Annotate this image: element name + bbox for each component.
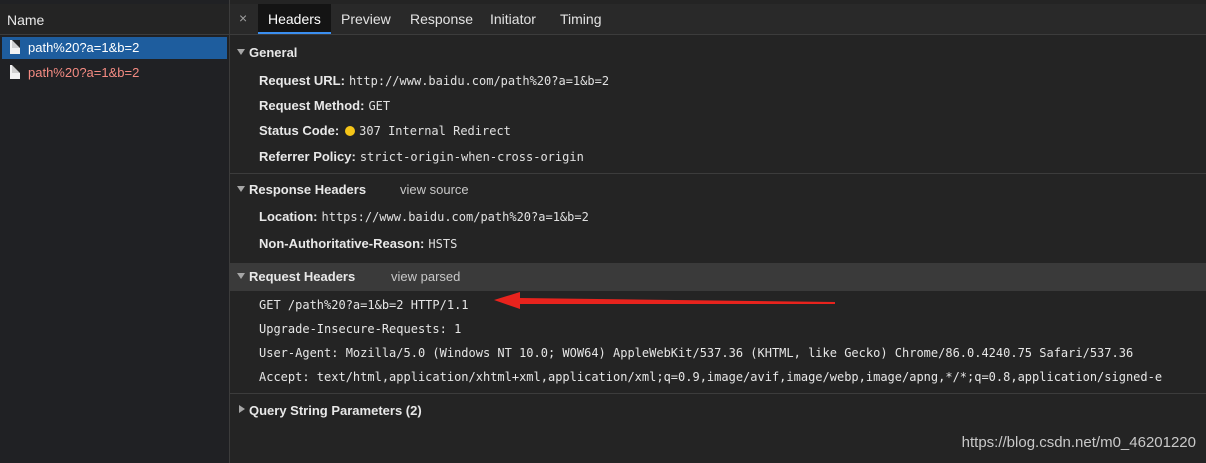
query-string-section-header[interactable]: Query String Parameters (2) <box>230 397 1206 425</box>
location-row: Location: https://www.baidu.com/path%20?a… <box>259 209 589 224</box>
tab-preview[interactable]: Preview <box>331 4 401 34</box>
details-tabbar: × Headers Preview Response Initiator Tim… <box>230 4 1206 35</box>
general-title: General <box>249 45 298 60</box>
watermark-text: https://blog.csdn.net/m0_46201220 <box>961 434 1196 451</box>
tab-headers[interactable]: Headers <box>258 4 331 34</box>
response-headers-section-header[interactable]: Response Headers view source <box>230 176 1206 204</box>
non-auth-reason-label: Non-Authoritative-Reason: <box>259 236 425 251</box>
referrer-policy-label: Referrer Policy: <box>259 149 356 164</box>
query-string-title: Query String Parameters (2) <box>249 403 422 418</box>
collapsed-triangle-icon <box>239 405 245 413</box>
view-source-link[interactable]: view source <box>400 182 469 197</box>
status-code-row: Status Code: 307 Internal Redirect <box>259 123 511 138</box>
request-row-redirect[interactable]: path%20?a=1&b=2 <box>2 62 227 84</box>
general-section-header[interactable]: General <box>230 39 1206 67</box>
document-icon <box>10 40 20 54</box>
referrer-policy-value: strict-origin-when-cross-origin <box>359 150 584 164</box>
accept-line: Accept: text/html,application/xhtml+xml,… <box>259 370 1163 384</box>
status-dot-icon <box>345 126 356 136</box>
tab-initiator[interactable]: Initiator <box>480 4 546 34</box>
request-url-value: http://www.baidu.com/path%20?a=1&b=2 <box>348 74 610 88</box>
section-divider <box>230 173 1206 174</box>
close-icon[interactable]: × <box>239 10 247 26</box>
request-name: path%20?a=1&b=2 <box>28 65 140 80</box>
request-url-row: Request URL: http://www.baidu.com/path%20… <box>259 73 609 88</box>
annotation-arrow <box>494 292 835 309</box>
expand-triangle-icon <box>237 186 245 192</box>
expand-triangle-icon <box>237 49 245 55</box>
request-url-label: Request URL: <box>259 73 345 88</box>
arrow-shape <box>494 292 835 309</box>
request-details-panel: × Headers Preview Response Initiator Tim… <box>230 0 1206 463</box>
location-value: https://www.baidu.com/path%20?a=1&b=2 <box>321 210 589 224</box>
user-agent-line: User-Agent: Mozilla/5.0 (Windows NT 10.0… <box>259 346 1134 360</box>
location-label: Location: <box>259 209 318 224</box>
request-headers-section-header[interactable]: Request Headers view parsed <box>230 263 1206 291</box>
document-icon <box>10 65 20 79</box>
section-divider <box>230 393 1206 394</box>
request-headers-title: Request Headers <box>249 269 356 284</box>
status-code-value: 307 Internal Redirect <box>359 124 511 138</box>
tab-response[interactable]: Response <box>400 4 483 34</box>
non-auth-reason-value: HSTS <box>428 237 458 251</box>
non-auth-reason-row: Non-Authoritative-Reason: HSTS <box>259 236 457 251</box>
name-column-label: Name <box>7 12 45 28</box>
referrer-policy-row: Referrer Policy: strict-origin-when-cross… <box>259 149 584 164</box>
expand-triangle-icon <box>237 273 245 279</box>
request-row-selected[interactable]: path%20?a=1&b=2 <box>2 37 227 59</box>
request-name: path%20?a=1&b=2 <box>28 40 140 55</box>
tab-timing[interactable]: Timing <box>550 4 612 34</box>
name-column-header[interactable]: Name <box>0 4 229 35</box>
upgrade-insecure-requests-line: Upgrade-Insecure-Requests: 1 <box>259 322 462 336</box>
request-method-label: Request Method: <box>259 98 365 113</box>
request-list-panel: Name path%20?a=1&b=2 path%20?a=1&b=2 <box>0 0 230 463</box>
status-code-label: Status Code: <box>259 123 340 138</box>
request-method-row: Request Method: GET <box>259 98 390 113</box>
view-parsed-link[interactable]: view parsed <box>391 269 460 284</box>
request-line: GET /path%20?a=1&b=2 HTTP/1.1 <box>259 298 469 312</box>
request-method-value: GET <box>368 99 391 113</box>
response-headers-title: Response Headers <box>249 182 367 197</box>
